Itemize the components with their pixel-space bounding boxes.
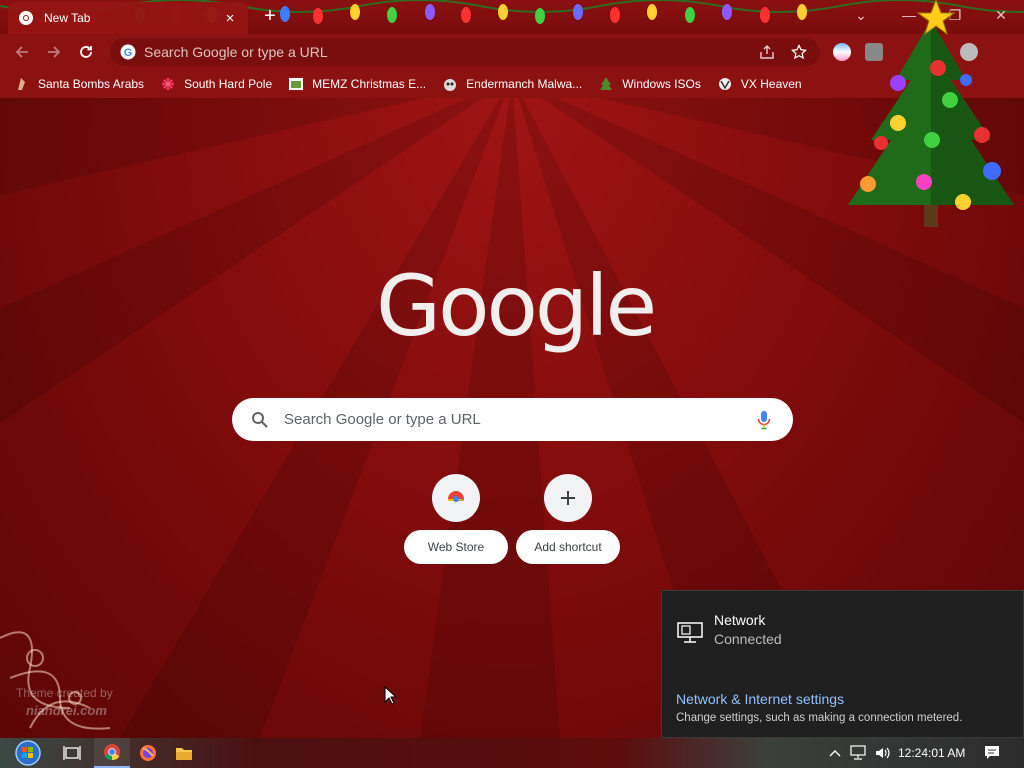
taskbar-clock[interactable]: 12:24:01 AM xyxy=(898,746,965,760)
bookmark-endermanch-malware[interactable]: Endermanch Malwa... xyxy=(442,76,582,92)
star-icon xyxy=(791,44,807,60)
santa-icon xyxy=(14,76,30,92)
network-name[interactable]: Network xyxy=(714,612,765,628)
add-shortcut-button[interactable]: Add shortcut xyxy=(516,474,620,566)
ethernet-network-icon xyxy=(677,622,703,643)
show-hidden-icons-button[interactable] xyxy=(826,738,844,768)
forward-arrow-icon xyxy=(48,46,61,58)
voice-search-button[interactable] xyxy=(753,409,775,431)
firefox-icon xyxy=(140,745,156,761)
network-icon xyxy=(850,745,866,760)
ntp-search-box[interactable]: Search Google or type a URL xyxy=(232,398,793,441)
google-logo: Google xyxy=(376,257,657,355)
reload-button[interactable] xyxy=(74,40,98,64)
shortcut-label: Web Store xyxy=(404,530,508,564)
forward-button[interactable] xyxy=(42,40,66,64)
tab-close-button[interactable]: × xyxy=(222,10,238,27)
network-status: Connected xyxy=(714,631,782,647)
taskbar: 12:24:01 AM xyxy=(0,738,1024,768)
search-placeholder: Search Google or type a URL xyxy=(284,411,481,428)
raccoon-icon xyxy=(442,76,458,92)
speaker-icon xyxy=(876,747,890,759)
google-g-icon: G xyxy=(120,44,136,60)
folder-icon xyxy=(176,748,192,760)
svg-text:G: G xyxy=(124,47,133,59)
tray-volume-button[interactable] xyxy=(872,738,894,768)
microphone-icon xyxy=(757,410,771,429)
tab-title: New Tab xyxy=(44,11,91,25)
taskbar-chrome[interactable] xyxy=(94,738,130,768)
taskbar-firefox[interactable] xyxy=(130,738,166,768)
network-settings-description: Change settings, such as making a connec… xyxy=(676,712,963,724)
action-center-button[interactable] xyxy=(978,738,1006,768)
tab-new-tab[interactable]: New Tab × xyxy=(8,2,248,34)
chrome-icon xyxy=(104,744,120,761)
chrome-icon xyxy=(18,10,34,26)
bookmark-santa-bombs-arabs[interactable]: Santa Bombs Arabs xyxy=(14,76,144,92)
task-view-button[interactable] xyxy=(54,738,90,768)
snowflake-icon xyxy=(160,76,176,92)
new-tab-button[interactable]: + xyxy=(259,6,281,28)
tray-network-button[interactable] xyxy=(848,738,870,768)
webstore-icon xyxy=(432,474,480,522)
bookmark-windows-isos[interactable]: Windows ISOs xyxy=(598,76,701,92)
bookmark-label: VX Heaven xyxy=(740,77,802,91)
search-icon xyxy=(250,410,270,430)
shortcut-label: Add shortcut xyxy=(516,530,620,564)
theme-credit: Theme created by niandrei.com xyxy=(16,684,113,720)
windows-orb-icon xyxy=(15,740,41,766)
bookmark-memz-christmas[interactable]: MEMZ Christmas E... xyxy=(288,76,426,92)
address-bar[interactable]: G Search Google or type a URL xyxy=(110,38,820,66)
theme-credit-site: niandrei.com xyxy=(26,703,107,718)
taskbar-file-explorer[interactable] xyxy=(166,738,202,768)
bookmark-label: Endermanch Malwa... xyxy=(466,77,583,91)
notification-icon xyxy=(985,746,999,759)
back-arrow-icon xyxy=(15,46,28,58)
address-placeholder: Search Google or type a URL xyxy=(144,44,328,60)
bookmark-label: South Hard Pole xyxy=(184,77,273,91)
theme-credit-line: Theme created by xyxy=(16,686,113,700)
vx-icon xyxy=(717,76,733,92)
image-icon xyxy=(288,76,304,92)
network-settings-link[interactable]: Network & Internet settings xyxy=(676,691,844,707)
plus-icon xyxy=(544,474,592,522)
mouse-cursor-icon xyxy=(384,686,396,705)
start-button[interactable] xyxy=(8,738,48,768)
christmas-tree-decoration xyxy=(848,0,1014,227)
bookmark-vx-heaven[interactable]: VX Heaven xyxy=(717,76,802,92)
tree-icon xyxy=(598,76,614,92)
share-button[interactable] xyxy=(756,41,778,63)
chevron-up-icon xyxy=(829,750,841,757)
bookmark-star-button[interactable] xyxy=(788,41,810,63)
bookmark-label: Windows ISOs xyxy=(622,77,701,91)
reload-icon xyxy=(80,46,92,58)
back-button[interactable] xyxy=(10,40,34,64)
bookmark-label: Santa Bombs Arabs xyxy=(38,77,145,91)
bookmark-label: MEMZ Christmas E... xyxy=(312,77,427,91)
bookmark-south-hard-pole[interactable]: South Hard Pole xyxy=(160,76,272,92)
shortcut-web-store[interactable]: Web Store xyxy=(404,474,508,566)
share-icon xyxy=(760,45,774,59)
network-flyout: Network Connected Network & Internet set… xyxy=(661,590,1024,738)
task-view-icon xyxy=(63,746,81,760)
